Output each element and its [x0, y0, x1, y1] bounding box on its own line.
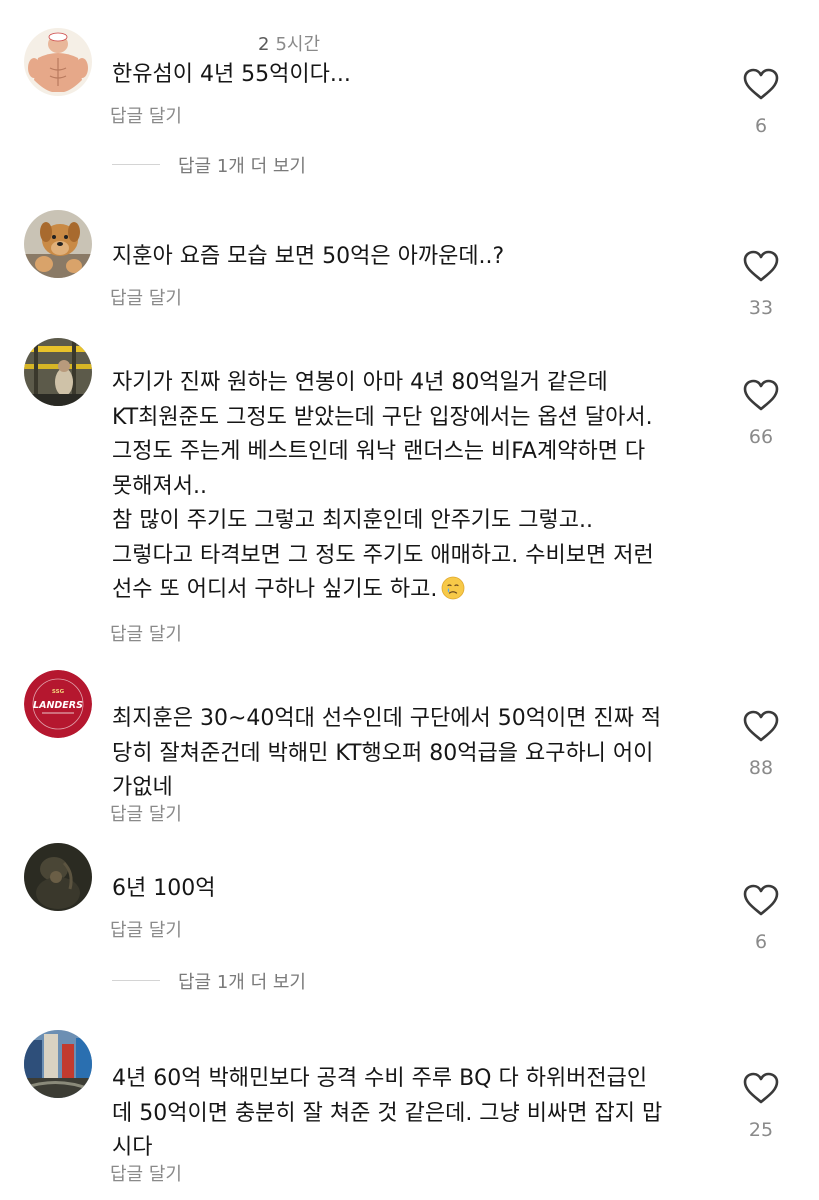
avatar[interactable] — [24, 338, 92, 406]
dark-photo-avatar-icon — [24, 843, 92, 911]
timestamp: 5시간 — [275, 34, 321, 55]
like-count: 88 — [748, 757, 774, 779]
avatar-small-text: SSG — [52, 689, 65, 695]
username[interactable]: 2 — [258, 34, 269, 55]
avatar-logo-text: LANDERS — [33, 700, 83, 711]
reply-button[interactable]: 답글 달기 — [110, 916, 182, 942]
comment-text-body: 자기가 진짜 원하는 연봉이 아마 4년 80억일거 같은데 KT최원준도 그정… — [112, 370, 654, 602]
comment-item: 4년 60억 박해민보다 공격 수비 주루 BQ 다 하위버전급인 데 50억이… — [0, 1025, 819, 1200]
avatar[interactable] — [24, 843, 92, 911]
street-photo-avatar-icon — [24, 1030, 92, 1098]
like-count: 6 — [754, 931, 768, 953]
view-more-replies-label: 답글 1개 더 보기 — [178, 972, 306, 993]
avatar[interactable] — [24, 1030, 92, 1098]
view-more-replies-label: 답글 1개 더 보기 — [178, 156, 306, 177]
comment-text: 한유섬이 4년 55억이다... — [112, 62, 351, 87]
heart-outline-icon — [743, 68, 779, 100]
reply-button[interactable]: 답글 달기 — [110, 284, 182, 310]
comment-meta: 2 5시간 — [112, 30, 320, 56]
comment-item: 지훈아 요즘 모습 보면 50억은 아까운데..? 답글 달기 33 — [0, 200, 819, 320]
dog-photo-avatar-icon — [24, 210, 92, 278]
avatar[interactable] — [24, 210, 92, 278]
avatar[interactable]: SSG LANDERS — [24, 670, 92, 738]
comment-text: 6년 100억 — [112, 876, 216, 901]
heart-outline-icon — [743, 710, 779, 742]
comment-text: 자기가 진짜 원하는 연봉이 아마 4년 80억일거 같은데 KT최원준도 그정… — [112, 366, 712, 608]
comment-item: 2 5시간 한유섬이 4년 55억이다... 답글 달기 6 답글 1개 더 보기 — [0, 0, 819, 190]
comment-text: 지훈아 요즘 모습 보면 50억은 아까운데..? — [112, 244, 505, 269]
divider-line — [112, 164, 160, 165]
reply-button[interactable]: 답글 달기 — [110, 1160, 182, 1186]
comment-text: 최지훈은 30~40억대 선수인데 구단에서 50억이면 진짜 적 당히 잘쳐준… — [112, 706, 662, 800]
like-button[interactable]: 66 — [738, 378, 784, 448]
reply-button[interactable]: 답글 달기 — [110, 620, 182, 646]
stadium-photo-avatar-icon — [24, 338, 92, 406]
like-button[interactable]: 33 — [738, 249, 784, 319]
like-count: 66 — [748, 426, 774, 448]
avatar[interactable] — [24, 28, 92, 96]
heart-outline-icon — [743, 250, 779, 282]
like-count: 25 — [748, 1119, 774, 1141]
like-button[interactable]: 6 — [738, 883, 784, 953]
reply-button[interactable]: 답글 달기 — [110, 800, 182, 826]
heart-outline-icon — [743, 1072, 779, 1104]
heart-outline-icon — [743, 884, 779, 916]
muscle-character-avatar-icon — [24, 28, 92, 96]
comment-item: 6년 100억 답글 달기 6 답글 1개 더 보기 — [0, 840, 819, 1015]
ssg-landers-logo-avatar-icon: SSG LANDERS — [24, 670, 92, 738]
reply-button[interactable]: 답글 달기 — [110, 102, 182, 128]
like-button[interactable]: 88 — [738, 709, 784, 779]
like-count: 33 — [748, 297, 774, 319]
comment-item: 자기가 진짜 원하는 연봉이 아마 4년 80억일거 같은데 KT최원준도 그정… — [0, 330, 819, 660]
comment-text: 4년 60억 박해민보다 공격 수비 주루 BQ 다 하위버전급인 데 50억이… — [112, 1066, 663, 1160]
comment-item: SSG LANDERS 최지훈은 30~40억대 선수인데 구단에서 50억이면… — [0, 670, 819, 835]
divider-line — [112, 980, 160, 981]
like-button[interactable]: 6 — [738, 67, 784, 137]
heart-outline-icon — [743, 379, 779, 411]
like-count: 6 — [754, 115, 768, 137]
crying-face-emoji-icon — [441, 576, 465, 600]
like-button[interactable]: 25 — [738, 1071, 784, 1141]
